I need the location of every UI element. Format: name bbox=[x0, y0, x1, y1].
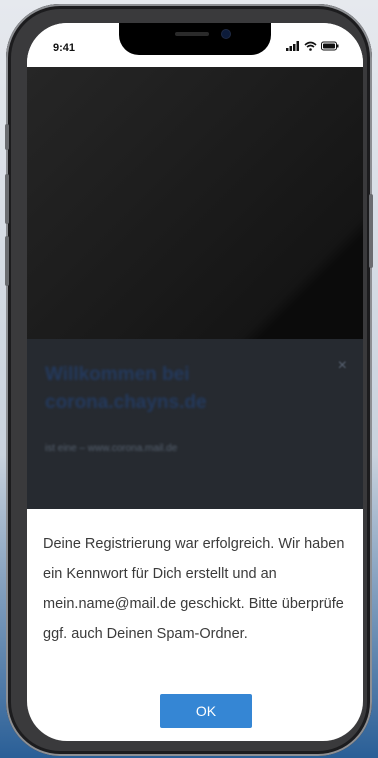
wifi-icon bbox=[304, 41, 317, 51]
battery-icon bbox=[321, 41, 339, 51]
dialog-message: Deine Registrierung war erfolgreich. Wir… bbox=[43, 536, 345, 642]
welcome-subline: ist eine – www.corona.mail.de bbox=[45, 443, 178, 454]
status-time: 9:41 bbox=[53, 42, 76, 54]
welcome-title: Willkommen bei corona.chayns.de bbox=[45, 364, 207, 413]
side-button-volume-down bbox=[5, 236, 9, 286]
status-icons bbox=[285, 40, 339, 52]
signal-icon bbox=[285, 41, 299, 52]
side-button-power bbox=[369, 194, 373, 268]
status-bar: 9:41 bbox=[27, 23, 363, 67]
side-button-mute bbox=[5, 124, 9, 150]
side-button-volume-up bbox=[5, 174, 9, 224]
registration-dialog: Deine Registrierung war erfolgreich. Wir… bbox=[27, 509, 363, 741]
phone-frame: 9:41 Willkommen bei corona.chayns.de × i… bbox=[5, 4, 373, 756]
close-icon: × bbox=[337, 357, 347, 374]
speaker-grille bbox=[175, 32, 209, 36]
welcome-panel: Willkommen bei corona.chayns.de × ist ei… bbox=[27, 339, 363, 519]
notch bbox=[119, 23, 271, 55]
ok-button[interactable]: OK bbox=[160, 694, 252, 728]
phone-screen: 9:41 Willkommen bei corona.chayns.de × i… bbox=[27, 23, 363, 741]
camera-icon bbox=[222, 30, 230, 38]
